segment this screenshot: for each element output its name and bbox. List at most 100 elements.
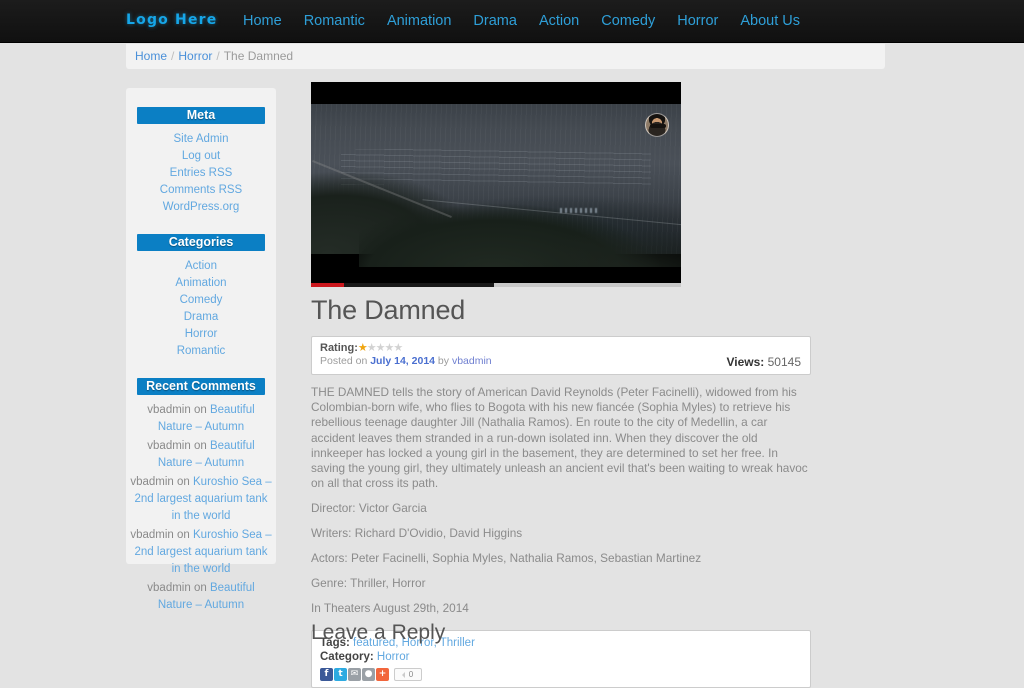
site-logo[interactable]: Logo Here (126, 12, 217, 28)
video-player[interactable] (311, 82, 681, 287)
rating-stars[interactable]: ★★★★★ (358, 342, 403, 354)
nav-item-horror[interactable]: Horror (666, 11, 729, 31)
list-item: Comedy (126, 292, 276, 309)
widget-recent-comments: Recent Comments vbadmin on Beautiful Nat… (126, 378, 276, 614)
widget-categories: Categories Action Animation Comedy Drama… (126, 234, 276, 360)
breadcrumb-category[interactable]: Horror (178, 49, 212, 63)
list-item: vbadmin on Kuroshio Sea – 2nd largest aq… (126, 474, 276, 525)
comment-on: on (173, 476, 193, 488)
twitter-share-icon[interactable]: t (334, 668, 347, 682)
views-counter: Views: 50145 (726, 355, 801, 369)
credit-writers: Writers: Richard D'Ovidio, David Higgins (311, 526, 523, 541)
meta-link-wordpress-org[interactable]: WordPress.org (163, 201, 239, 213)
comment-on: on (190, 440, 210, 452)
posted-prefix: Posted on (320, 355, 371, 367)
facebook-share-icon[interactable]: f (320, 668, 333, 682)
list-item: WordPress.org (126, 199, 276, 216)
comment-on: on (190, 404, 210, 416)
star-empty-icon[interactable]: ★ (367, 342, 377, 354)
list-item: Animation (126, 275, 276, 292)
nav-item-comedy[interactable]: Comedy (590, 11, 666, 31)
rating-row: Rating:★★★★★ (320, 342, 802, 354)
star-filled-icon[interactable]: ★ (358, 342, 368, 354)
main-content: The Damned Rating:★★★★★ Posted on July 1… (311, 82, 811, 688)
site-header: Logo Here Home Romantic Animation Drama … (0, 0, 1024, 43)
star-empty-icon[interactable]: ★ (376, 342, 386, 354)
category-link-comedy[interactable]: Comedy (180, 294, 223, 306)
category-link-animation[interactable]: Animation (175, 277, 226, 289)
list-item: Action (126, 258, 276, 275)
breadcrumb-separator: / (171, 49, 175, 63)
comment-on: on (173, 529, 193, 541)
breadcrumb-current: The Damned (223, 49, 294, 63)
share-buttons: f t ✉ ● + 0 (320, 668, 802, 682)
video-frame (311, 104, 681, 276)
credit-director: Director: Victor Garcia (311, 501, 427, 516)
nav-item-about-us[interactable]: About Us (729, 11, 811, 31)
views-count: 50145 (767, 355, 801, 369)
nav-item-home[interactable]: Home (232, 11, 293, 31)
category-link-horror[interactable]: Horror (185, 328, 218, 340)
post-author[interactable]: vbadmin (452, 355, 492, 367)
list-item: Entries RSS (126, 165, 276, 182)
posted-by: by (435, 355, 452, 367)
comment-author: vbadmin (147, 582, 191, 594)
list-item: vbadmin on Beautiful Nature – Autumn (126, 580, 276, 614)
category-link-drama[interactable]: Drama (184, 311, 219, 323)
credit-genre: Genre: Thriller, Horror (311, 576, 426, 591)
comment-on: on (190, 582, 210, 594)
list-item: Horror (126, 326, 276, 343)
nav-item-romantic[interactable]: Romantic (293, 11, 376, 31)
breadcrumb-home[interactable]: Home (135, 49, 167, 63)
widget-meta-title: Meta (137, 107, 265, 124)
list-item: vbadmin on Beautiful Nature – Autumn (126, 438, 276, 472)
category-row: Category: Horror (320, 650, 802, 664)
comment-author: vbadmin (130, 476, 174, 488)
meta-link-entries-rss[interactable]: Entries RSS (170, 167, 233, 179)
list-item: Drama (126, 309, 276, 326)
sidebar: Meta Site Admin Log out Entries RSS Comm… (126, 88, 276, 611)
video-control-bar[interactable] (311, 267, 681, 283)
rating-label: Rating: (320, 342, 358, 354)
breadcrumb-separator: / (216, 49, 220, 63)
post-description: THE DAMNED tells the story of American D… (311, 385, 808, 491)
list-item: Comments RSS (126, 182, 276, 199)
widget-recent-comments-title: Recent Comments (137, 378, 265, 395)
nav-item-animation[interactable]: Animation (376, 11, 462, 31)
breadcrumb-bar: Home / Horror / The Damned (126, 44, 885, 69)
widget-meta: Meta Site Admin Log out Entries RSS Comm… (126, 107, 276, 216)
category-link-romantic[interactable]: Romantic (177, 345, 226, 357)
credit-release: In Theaters August 29th, 2014 (311, 601, 469, 616)
list-item: Site Admin (126, 131, 276, 148)
category-link[interactable]: Horror (377, 651, 410, 663)
breadcrumb: Home / Horror / The Damned (135, 49, 293, 63)
main-navigation: Home Romantic Animation Drama Action Com… (232, 11, 811, 31)
video-progress-played (311, 283, 345, 287)
email-share-icon[interactable]: ✉ (348, 668, 361, 682)
list-item: vbadmin on Beautiful Nature – Autumn (126, 402, 276, 436)
comment-author: vbadmin (130, 529, 174, 541)
widget-categories-title: Categories (137, 234, 265, 251)
addthis-share-icon[interactable]: + (376, 668, 389, 682)
views-label: Views: (726, 355, 765, 369)
list-item: vbadmin on Kuroshio Sea – 2nd largest aq… (126, 527, 276, 578)
comment-author: vbadmin (147, 440, 191, 452)
video-distant-lights (559, 207, 600, 213)
more-share-icon[interactable]: ● (362, 668, 375, 682)
star-empty-icon[interactable]: ★ (393, 342, 403, 354)
sunglasses-icon (650, 124, 666, 128)
meta-link-comments-rss[interactable]: Comments RSS (160, 184, 242, 196)
nav-item-drama[interactable]: Drama (462, 11, 528, 31)
share-count-badge[interactable]: 0 (394, 668, 422, 682)
list-item: Log out (126, 148, 276, 165)
channel-avatar-icon[interactable] (645, 113, 669, 137)
categories-list: Action Animation Comedy Drama Horror Rom… (126, 258, 276, 360)
recent-comments-list: vbadmin on Beautiful Nature – Autumn vba… (126, 402, 276, 614)
category-link-action[interactable]: Action (185, 260, 217, 272)
video-progress-scrubber[interactable] (311, 283, 681, 287)
meta-link-site-admin[interactable]: Site Admin (174, 133, 229, 145)
list-item: Romantic (126, 343, 276, 360)
nav-item-action[interactable]: Action (528, 11, 590, 31)
meta-link-log-out[interactable]: Log out (182, 150, 220, 162)
post-date-link[interactable]: July 14, 2014 (370, 355, 435, 367)
